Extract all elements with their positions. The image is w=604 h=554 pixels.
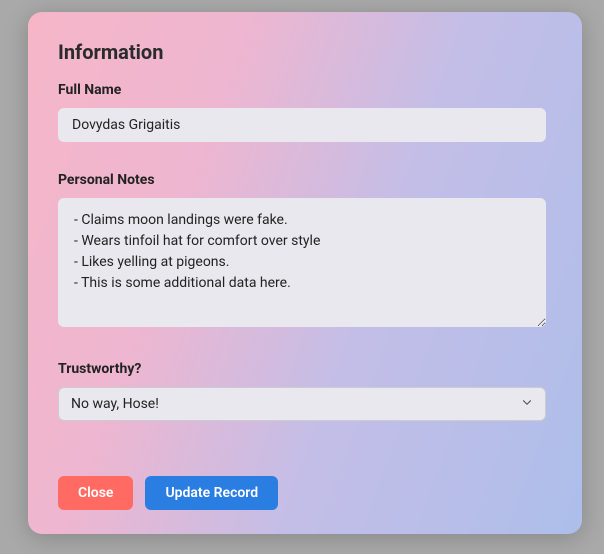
modal-title: Information xyxy=(58,40,552,64)
notes-label: Personal Notes xyxy=(58,172,546,188)
field-trustworthy: Trustworthy? No way, Hose! xyxy=(58,361,546,421)
trustworthy-select-wrap: No way, Hose! xyxy=(58,387,546,421)
notes-textarea[interactable]: - Claims moon landings were fake. - Wear… xyxy=(58,198,546,327)
form-scroll-area[interactable]: Full Name Personal Notes - Claims moon l… xyxy=(58,82,558,456)
fullname-input[interactable] xyxy=(58,108,546,142)
fullname-label: Full Name xyxy=(58,82,546,98)
modal-footer: Close Update Record xyxy=(58,456,552,510)
trustworthy-label: Trustworthy? xyxy=(58,361,546,377)
information-modal: Information Full Name Personal Notes - C… xyxy=(28,12,582,534)
trustworthy-select[interactable]: No way, Hose! xyxy=(58,387,546,421)
update-record-button[interactable]: Update Record xyxy=(145,476,278,510)
close-button[interactable]: Close xyxy=(58,476,133,510)
field-fullname: Full Name xyxy=(58,82,546,142)
field-notes: Personal Notes - Claims moon landings we… xyxy=(58,172,546,331)
